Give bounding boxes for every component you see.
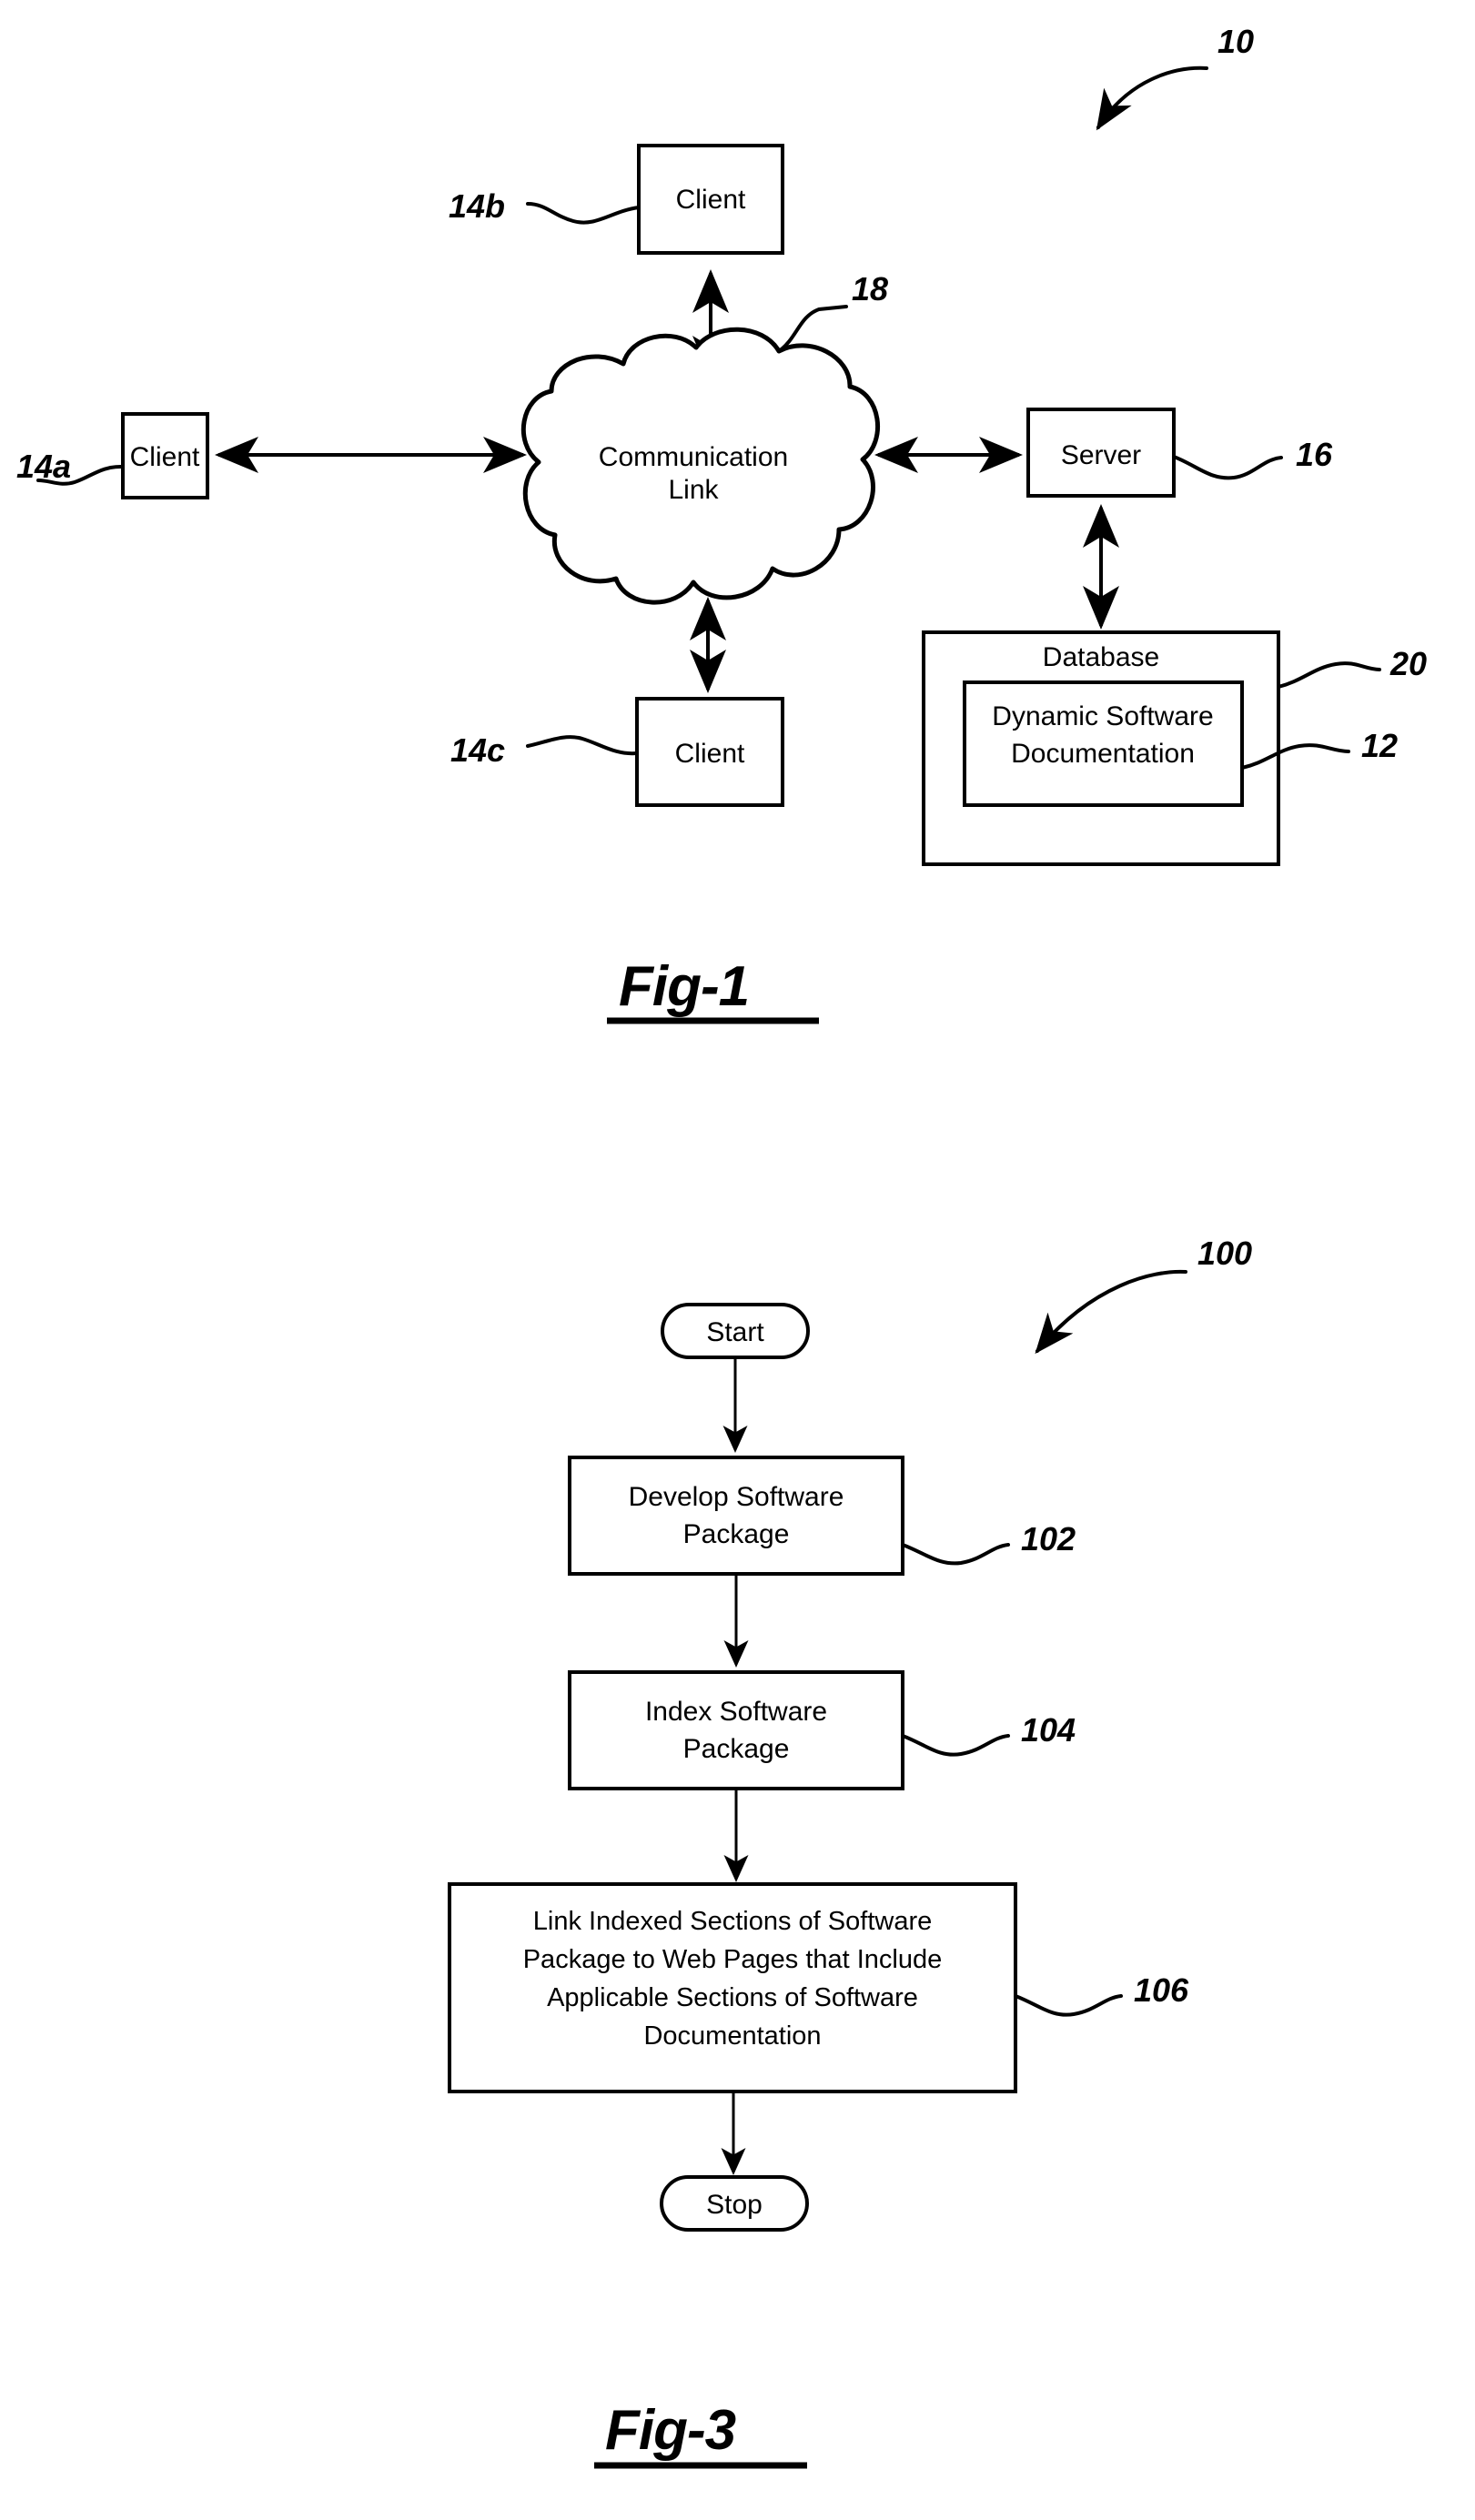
dynamic-doc-label-line2: Documentation	[1011, 739, 1195, 769]
method-ref-100-callout: 100	[1035, 1235, 1252, 1355]
ref-104-label: 104	[1021, 1711, 1076, 1749]
ref-14b-label: 14b	[449, 187, 505, 225]
system-ref-10-callout: 10	[1096, 23, 1254, 131]
stop-label: Stop	[706, 2190, 763, 2220]
ref-12-label: 12	[1361, 727, 1398, 764]
step-106-label-line4: Documentation	[643, 2021, 821, 2051]
ref-20-label: 20	[1389, 645, 1427, 682]
stop-node: Stop	[660, 2175, 809, 2232]
figure-1-group: 10 Client 14b Communication Link 18 Clie…	[16, 23, 1427, 1024]
step-104-node: Index Software Package 104	[568, 1670, 1076, 1790]
database-node: Database Dynamic Software Documentation …	[922, 630, 1427, 866]
ref-10-label: 10	[1217, 23, 1254, 60]
figure-3-caption: Fig-3	[594, 2399, 807, 2469]
step-104-label-line2: Package	[683, 1734, 790, 1764]
cloud-label-line1: Communication	[599, 442, 788, 472]
server-node: Server 16	[1026, 408, 1333, 498]
ref-14c-label: 14c	[450, 731, 505, 769]
ref-10-leader-line	[1096, 66, 1208, 131]
cloud-label-line2: Link	[668, 475, 719, 505]
communication-link-cloud-node: Communication Link 18	[521, 270, 888, 605]
patent-drawing-sheet: 10 Client 14b Communication Link 18 Clie…	[16, 23, 1427, 2469]
ref-100-label: 100	[1197, 1235, 1252, 1272]
dynamic-doc-label-line1: Dynamic Software	[992, 701, 1213, 731]
client-14a-node: Client 14a	[16, 412, 209, 499]
ref-14a-label: 14a	[16, 448, 71, 485]
ref-20-leader-line	[1277, 661, 1381, 689]
ref-102-leader-line	[901, 1543, 1010, 1566]
step-102-box	[568, 1456, 904, 1576]
step-106-label-line2: Package to Web Pages that Include	[523, 1945, 943, 1974]
ref-16-label: 16	[1296, 436, 1333, 473]
ref-106-leader-line	[1014, 1994, 1123, 2017]
client-14a-label: Client	[130, 442, 200, 472]
step-102-node: Develop Software Package 102	[568, 1456, 1076, 1576]
ref-106-label: 106	[1134, 1971, 1189, 2009]
step-106-label-line3: Applicable Sections of Software	[547, 1983, 918, 2012]
database-label: Database	[1043, 642, 1159, 672]
ref-104-leader-line	[901, 1734, 1010, 1757]
ref-14c-leader-line	[526, 735, 639, 756]
step-104-label-line1: Index Software	[645, 1697, 827, 1727]
figure-3-caption-text: Fig-3	[605, 2399, 736, 2462]
step-106-label-line1: Link Indexed Sections of Software	[533, 1907, 932, 1936]
ref-14b-leader-line	[526, 202, 641, 225]
ref-16-leader-line	[1172, 455, 1283, 480]
ref-18-label: 18	[852, 270, 888, 307]
figure-1-caption-text: Fig-1	[619, 955, 749, 1018]
start-node: Start	[661, 1303, 810, 1359]
step-102-label-line2: Package	[683, 1519, 790, 1549]
figure-3-group: 100 Start Develop Software Package 102 I…	[448, 1235, 1252, 2469]
step-104-box	[568, 1670, 904, 1790]
client-14c-label: Client	[675, 739, 745, 769]
figure-1-caption: Fig-1	[607, 955, 819, 1024]
server-label: Server	[1061, 440, 1141, 470]
client-14c-node: Client 14c	[450, 697, 784, 807]
ref-102-label: 102	[1021, 1520, 1076, 1557]
step-102-label-line1: Develop Software	[629, 1482, 844, 1512]
client-14b-label-text: Client	[676, 185, 746, 215]
step-106-node: Link Indexed Sections of Software Packag…	[448, 1882, 1189, 2093]
start-label: Start	[706, 1317, 764, 1347]
ref-100-leader-line	[1035, 1269, 1187, 1355]
